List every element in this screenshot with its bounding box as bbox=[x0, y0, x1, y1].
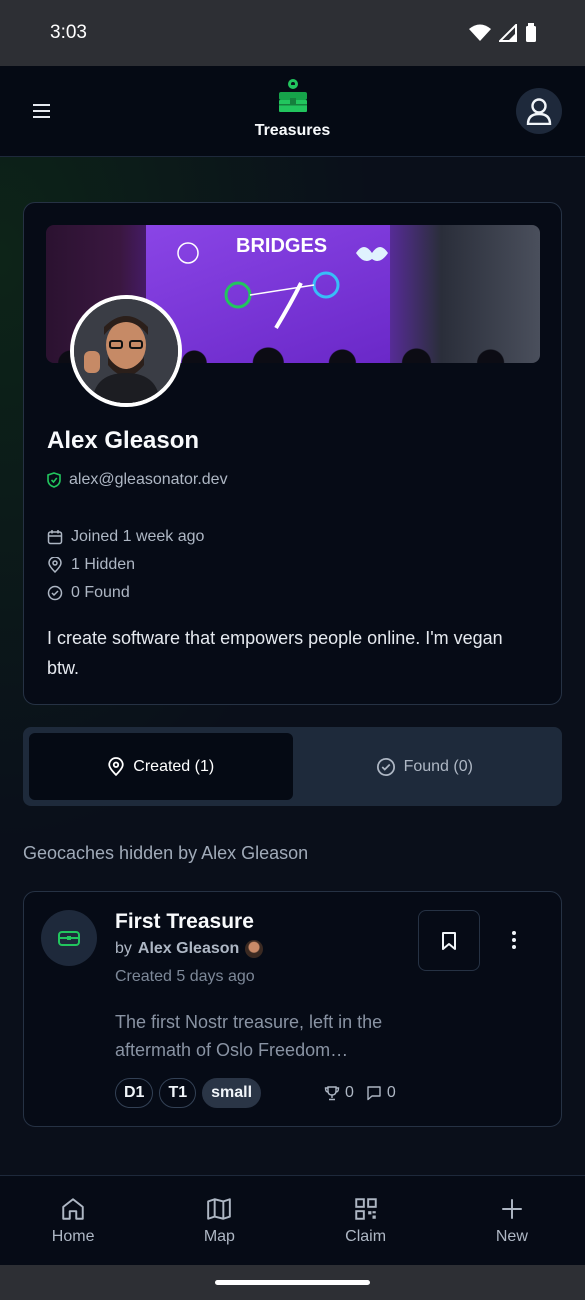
qr-icon bbox=[354, 1197, 377, 1220]
tab-found-label: Found (0) bbox=[403, 757, 473, 775]
comment-stat: 0 bbox=[366, 1084, 396, 1102]
map-pin-icon bbox=[48, 557, 62, 573]
status-icons bbox=[469, 23, 537, 43]
avatar-photo bbox=[74, 299, 178, 403]
bottom-navigation: Home Map Claim New bbox=[0, 1175, 585, 1265]
map-icon bbox=[207, 1197, 232, 1220]
cache-author[interactable]: Alex Gleason bbox=[138, 940, 239, 958]
profile-meta: Joined 1 week ago 1 Hidden 0 Found bbox=[47, 523, 204, 607]
gesture-bar bbox=[0, 1265, 585, 1300]
more-options-button[interactable] bbox=[500, 920, 528, 960]
geocache-card[interactable]: First Treasure by Alex Gleason Created 5… bbox=[23, 891, 562, 1127]
size-badge: small bbox=[202, 1078, 262, 1108]
home-gesture-handle[interactable] bbox=[215, 1280, 370, 1285]
cache-stats: 0 0 bbox=[324, 1084, 396, 1102]
nav-new-label: New bbox=[495, 1227, 528, 1245]
battery-icon bbox=[526, 23, 536, 42]
trophy-count: 0 bbox=[345, 1084, 354, 1101]
user-icon bbox=[526, 98, 552, 125]
treasure-chest-logo-icon bbox=[278, 79, 307, 112]
status-time: 3:03 bbox=[50, 22, 87, 43]
author-avatar bbox=[245, 940, 264, 958]
verified-shield-icon bbox=[47, 472, 61, 488]
comment-count: 0 bbox=[386, 1084, 396, 1101]
hidden-count: 1 Hidden bbox=[71, 556, 136, 573]
cache-title[interactable]: First Treasure bbox=[115, 910, 254, 934]
cache-author-line: by Alex Gleason bbox=[115, 940, 264, 958]
tab-created[interactable]: Created (1) bbox=[29, 733, 293, 800]
nip05-address: alex@gleasonator.dev bbox=[69, 471, 228, 488]
found-row: 0 Found bbox=[47, 579, 204, 607]
calendar-icon bbox=[47, 530, 63, 545]
joined-row: Joined 1 week ago bbox=[47, 523, 204, 551]
hidden-row: 1 Hidden bbox=[47, 551, 204, 579]
section-heading: Geocaches hidden by Alex Gleason bbox=[23, 843, 309, 863]
cache-created: Created 5 days ago bbox=[115, 968, 255, 985]
nav-claim[interactable]: Claim bbox=[293, 1176, 439, 1265]
profile-bio: I create software that empowers people o… bbox=[47, 628, 503, 678]
home-icon bbox=[62, 1197, 84, 1220]
cache-type-icon bbox=[41, 910, 97, 966]
nav-home-label: Home bbox=[51, 1227, 95, 1245]
nav-claim-label: Claim bbox=[345, 1227, 387, 1245]
plus-icon bbox=[502, 1198, 522, 1219]
profile-tabs: Created (1) Found (0) bbox=[23, 727, 562, 806]
signal-icon bbox=[499, 24, 517, 42]
treasure-chest-icon bbox=[58, 931, 80, 946]
bookmark-icon bbox=[442, 931, 456, 950]
nav-new[interactable]: New bbox=[439, 1176, 585, 1265]
trophy-icon bbox=[324, 1086, 340, 1101]
app-title: Treasures bbox=[254, 122, 331, 139]
top-app-bar: Treasures bbox=[0, 66, 585, 157]
bookmark-button[interactable] bbox=[418, 910, 480, 971]
trophy-stat: 0 bbox=[324, 1084, 354, 1102]
nav-map-label: Map bbox=[203, 1227, 235, 1245]
by-prefix: by bbox=[115, 940, 132, 957]
check-circle-icon bbox=[47, 585, 63, 601]
profile-avatar[interactable] bbox=[70, 295, 182, 407]
nav-map[interactable]: Map bbox=[146, 1176, 292, 1265]
cache-description: The first Nostr treasure, left in the af… bbox=[115, 1012, 383, 1060]
terrain-badge: T1 bbox=[159, 1078, 197, 1108]
found-count: 0 Found bbox=[71, 584, 130, 601]
wifi-icon bbox=[469, 24, 491, 41]
map-pin-icon bbox=[108, 756, 124, 776]
profile-card: BRIDGES Alex Gleason alex@gleasonator.de… bbox=[23, 202, 562, 705]
account-button[interactable] bbox=[516, 88, 562, 134]
main-content: BRIDGES Alex Gleason alex@gleasonator.de… bbox=[0, 157, 585, 1175]
check-circle-icon bbox=[376, 757, 395, 776]
profile-name: Alex Gleason bbox=[47, 427, 200, 454]
joined-text: Joined 1 week ago bbox=[71, 528, 205, 545]
app-brand[interactable]: Treasures bbox=[0, 78, 585, 140]
nav-home[interactable]: Home bbox=[0, 1176, 146, 1265]
tab-found[interactable]: Found (0) bbox=[293, 733, 557, 800]
banner-network-graphic bbox=[177, 242, 388, 330]
more-vertical-icon bbox=[512, 931, 516, 949]
cache-badges: D1 T1 small bbox=[115, 1078, 262, 1108]
comment-icon bbox=[367, 1086, 381, 1101]
profile-nip05: alex@gleasonator.dev bbox=[47, 471, 228, 489]
difficulty-badge: D1 bbox=[115, 1078, 154, 1108]
tab-created-label: Created (1) bbox=[133, 757, 215, 775]
status-bar: 3:03 bbox=[0, 0, 585, 66]
